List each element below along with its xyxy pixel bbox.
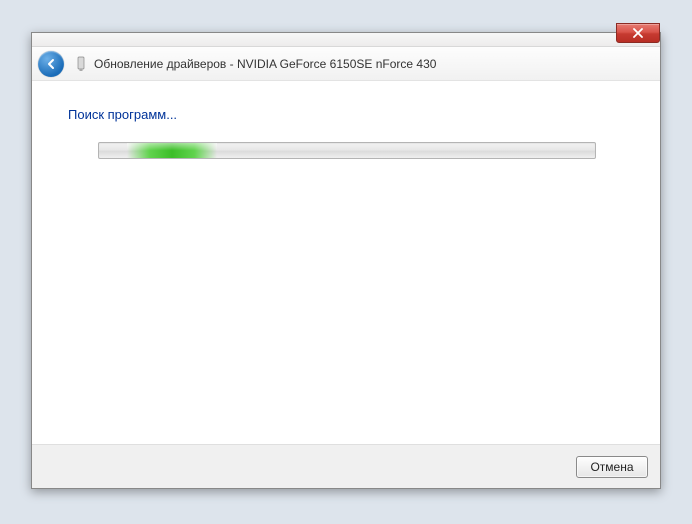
- device-icon: [74, 56, 88, 72]
- back-button[interactable]: [38, 51, 64, 77]
- back-arrow-icon: [44, 57, 58, 71]
- close-button[interactable]: [616, 23, 660, 43]
- titlebar: [32, 33, 660, 47]
- content-area: Поиск программ...: [32, 81, 660, 444]
- cancel-button[interactable]: Отмена: [576, 456, 648, 478]
- wizard-title: Обновление драйверов - NVIDIA GeForce 61…: [94, 57, 436, 71]
- close-icon: [633, 28, 643, 38]
- status-text: Поиск программ...: [68, 107, 624, 122]
- driver-update-dialog: Обновление драйверов - NVIDIA GeForce 61…: [31, 32, 661, 489]
- progress-bar: [98, 142, 596, 159]
- wizard-header: Обновление драйверов - NVIDIA GeForce 61…: [32, 47, 660, 81]
- progress-marquee: [127, 143, 217, 158]
- footer: Отмена: [32, 444, 660, 488]
